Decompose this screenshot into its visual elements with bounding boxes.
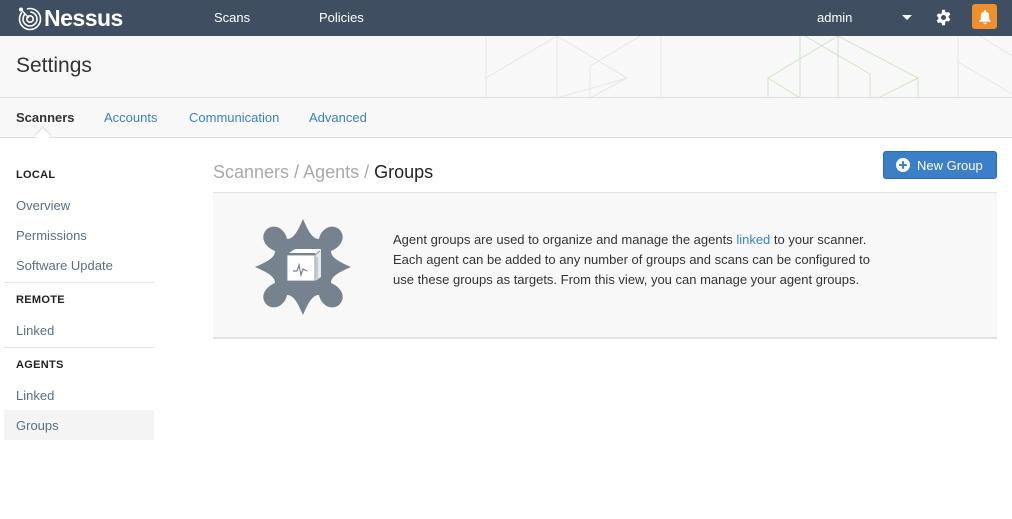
settings-tabs: Scanners Accounts Communication Advanced — [0, 98, 1012, 144]
tab-scanners[interactable]: Scanners — [16, 110, 75, 125]
app-name: Nessus — [44, 4, 123, 31]
sidebar-item-remote-linked[interactable]: Linked — [4, 315, 154, 345]
page-header: Settings — [0, 36, 1012, 98]
notifications-button[interactable] — [972, 4, 997, 29]
page-title: Settings — [16, 54, 92, 77]
linked-agents-link[interactable]: linked — [736, 232, 770, 247]
header-background-pattern — [485, 36, 1012, 97]
bell-icon — [978, 9, 991, 24]
sidebar-item-permissions[interactable]: Permissions — [4, 220, 154, 250]
nav-policies[interactable]: Policies — [319, 10, 364, 25]
top-navbar: Nessus Scans Policies admin — [0, 0, 1012, 36]
caret-down-icon[interactable] — [902, 15, 912, 20]
nessus-logo-icon — [18, 7, 42, 31]
info-description: Agent groups are used to organize and ma… — [393, 230, 873, 290]
tab-accounts[interactable]: Accounts — [104, 110, 157, 125]
sidebar: LOCAL Overview Permissions Software Upda… — [4, 160, 154, 440]
breadcrumb-agents[interactable]: Agents — [303, 162, 359, 182]
sidebar-item-agents-linked[interactable]: Linked — [4, 380, 154, 410]
sidebar-heading-agents: AGENTS — [16, 359, 64, 371]
breadcrumb-scanners[interactable]: Scanners — [213, 162, 289, 182]
breadcrumb-separator: / — [289, 162, 304, 182]
breadcrumb: Scanners / Agents / Groups — [213, 162, 433, 183]
new-group-button[interactable]: New Group — [883, 151, 997, 179]
nav-scans[interactable]: Scans — [214, 10, 250, 25]
breadcrumb-separator: / — [359, 162, 375, 182]
nessus-logo[interactable]: Nessus — [16, 3, 123, 33]
gear-icon[interactable] — [935, 9, 952, 26]
sidebar-heading-remote: REMOTE — [16, 294, 65, 306]
tab-communication[interactable]: Communication — [189, 110, 279, 125]
new-group-label: New Group — [917, 157, 983, 173]
agent-groups-puzzle-icon — [255, 219, 351, 315]
tab-advanced[interactable]: Advanced — [309, 110, 367, 125]
sidebar-heading-local: LOCAL — [16, 169, 56, 181]
info-text-part: Agent groups are used to organize and ma… — [393, 232, 737, 247]
sidebar-divider — [4, 282, 154, 283]
active-tab-indicator — [34, 126, 52, 144]
breadcrumb-current: Groups — [374, 162, 434, 182]
sidebar-divider — [4, 347, 154, 348]
plus-circle-icon — [896, 158, 910, 172]
sidebar-item-groups[interactable]: Groups — [4, 410, 154, 440]
sidebar-item-software-update[interactable]: Software Update — [4, 250, 154, 280]
sidebar-item-overview[interactable]: Overview — [4, 190, 154, 220]
user-menu[interactable]: admin — [817, 10, 852, 25]
info-panel: Agent groups are used to organize and ma… — [213, 192, 997, 339]
